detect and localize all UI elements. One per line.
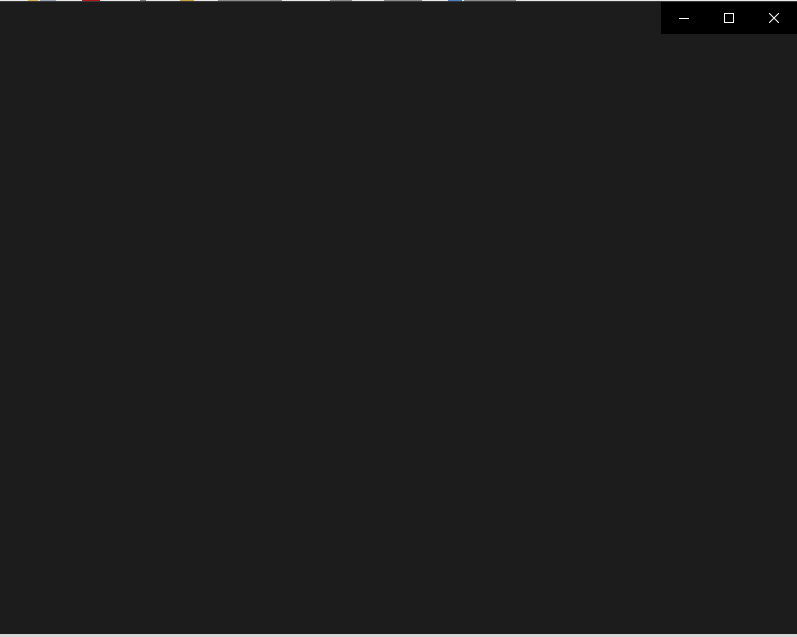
caption-bar bbox=[661, 2, 797, 34]
app-window bbox=[0, 1, 797, 634]
maximize-icon bbox=[723, 13, 734, 23]
minimize-icon bbox=[678, 18, 689, 19]
minimize-button[interactable] bbox=[661, 2, 706, 34]
close-icon bbox=[769, 13, 780, 23]
maximize-button[interactable] bbox=[706, 2, 751, 34]
empty-content-area bbox=[0, 35, 797, 634]
close-button[interactable] bbox=[752, 2, 797, 34]
screen bbox=[0, 0, 797, 637]
